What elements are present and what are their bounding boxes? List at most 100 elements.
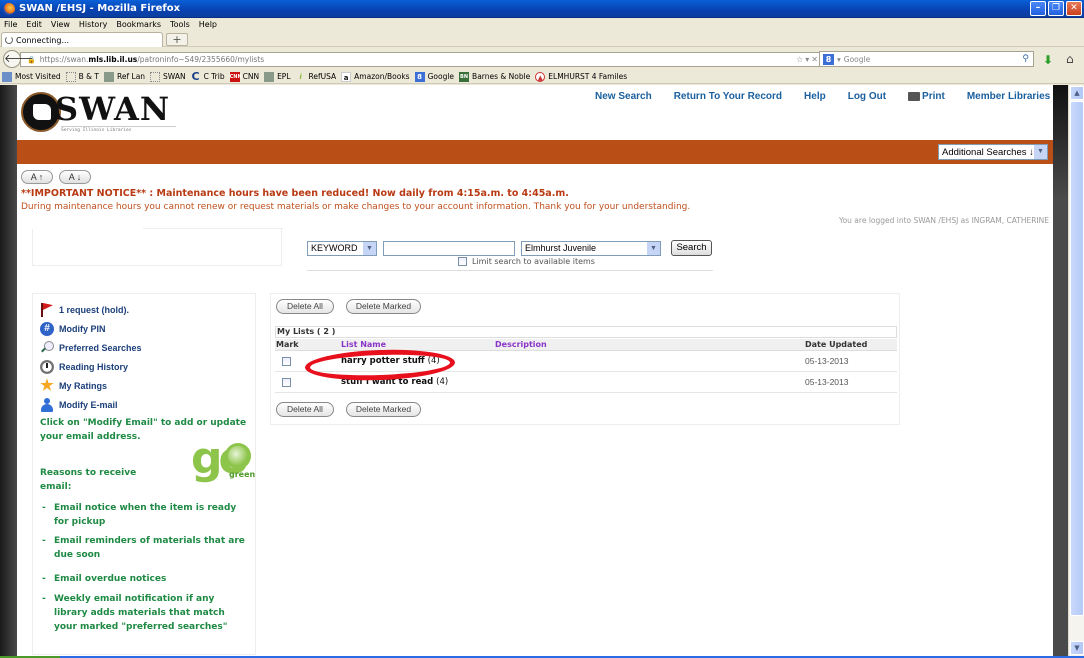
browser-tab[interactable]: Connecting... — [1, 32, 163, 47]
search-button[interactable]: Search — [671, 240, 712, 256]
delete-all-button-bottom[interactable]: Delete All — [276, 402, 334, 417]
navigation-bar: 🔒 https://swan. mls.lib.il.us/patroninfo~… — [0, 48, 1084, 70]
nav-log-out[interactable]: Log Out — [848, 91, 886, 102]
bookmark-google[interactable]: 8 Google — [414, 71, 454, 82]
bookmark-most-visited[interactable]: Most Visited — [2, 71, 61, 82]
bookmark-ref-lan[interactable]: Ref Lan — [104, 71, 146, 82]
scroll-up-icon[interactable]: ▲ — [1070, 86, 1084, 100]
browser-search-box[interactable]: 8 ▾ Google ⚲ — [819, 51, 1034, 67]
additional-searches-select[interactable]: Additional Searches ↓ ▼ — [938, 144, 1048, 160]
list-name-link[interactable]: harry potter stuff (4) — [341, 356, 440, 366]
bookmarks-bar: Most Visited B & T Ref Lan SWAN CC Trib … — [0, 70, 1084, 84]
sidebar-item-modify-pin[interactable]: # Modify PIN — [40, 322, 106, 336]
bookmark-bt[interactable]: B & T — [65, 71, 99, 82]
bookmark-label: Ref Lan — [117, 72, 146, 81]
sidebar-item-my-ratings[interactable]: ★ My Ratings — [40, 377, 107, 394]
bookmark-cnn[interactable]: CNN CNN — [229, 71, 259, 82]
elmhurst-icon: ▲ — [535, 71, 546, 82]
bookmark-ctrib[interactable]: CC Trib — [191, 71, 225, 82]
delete-marked-button-bottom[interactable]: Delete Marked — [346, 402, 421, 417]
menu-edit[interactable]: Edit — [26, 20, 42, 29]
download-icon[interactable]: ⬇ — [1043, 53, 1053, 67]
bookmark-label: C Trib — [203, 72, 225, 81]
sidebar-item-preferred-searches[interactable]: Preferred Searches — [40, 341, 142, 355]
column-mark: Mark — [276, 340, 299, 349]
nav-help[interactable]: Help — [804, 91, 826, 102]
nav-new-search[interactable]: New Search — [595, 91, 652, 102]
vertical-scrollbar[interactable]: ▲ ▼ — [1068, 85, 1084, 656]
bookmark-elmhurst[interactable]: ▲ ELMHURST 4 Familes — [535, 71, 627, 82]
account-sidebar: 1 request (hold). # Modify PIN Preferred… — [32, 293, 256, 655]
list-name: harry potter stuff — [341, 356, 425, 366]
sidebar-item-label: 1 request (hold). — [59, 305, 130, 315]
column-description[interactable]: Description — [495, 340, 547, 349]
chevron-down-icon[interactable]: ▼ — [1033, 145, 1047, 159]
logo-word: SWAN — [55, 90, 171, 128]
tab-bar: Connecting... + — [0, 31, 1084, 47]
menu-tools[interactable]: Tools — [170, 20, 190, 29]
close-button[interactable]: ✕ — [1066, 1, 1082, 16]
search-scope-select[interactable]: Elmhurst Juvenile ▼ — [521, 240, 661, 256]
chevron-down-icon[interactable]: ▼ — [646, 241, 660, 255]
restore-button[interactable]: ❐ — [1048, 1, 1064, 16]
url-controls[interactable]: ☆▾✕ — [796, 55, 820, 64]
increase-font-button[interactable]: A ↑ — [21, 170, 53, 184]
my-lists-panel: Delete All Delete Marked My Lists ( 2 ) … — [270, 293, 900, 425]
bookmark-label: B & T — [78, 72, 99, 81]
limit-available-checkbox[interactable] — [458, 257, 467, 266]
info-icon: i — [299, 72, 302, 81]
menu-file[interactable]: File — [4, 20, 17, 29]
bookmark-refusa[interactable]: i RefUSA — [296, 72, 336, 82]
engine-dropdown-icon[interactable]: ▾ — [837, 55, 841, 64]
menu-view[interactable]: View — [51, 20, 70, 29]
delete-all-button[interactable]: Delete All — [276, 299, 334, 314]
decrease-font-button[interactable]: A ↓ — [59, 170, 91, 184]
scrollbar-thumb[interactable] — [1070, 101, 1084, 616]
minimize-button[interactable]: – — [1030, 1, 1046, 16]
nav-print-label: Print — [922, 91, 945, 102]
delete-marked-button[interactable]: Delete Marked — [346, 299, 421, 314]
bookmark-amazon[interactable]: a Amazon/Books — [341, 71, 410, 82]
home-icon[interactable]: ⌂ — [1066, 52, 1074, 66]
sidebar-item-requests[interactable]: 1 request (hold). — [40, 303, 129, 317]
bookmark-bn[interactable]: BN Barnes & Noble — [459, 71, 530, 82]
tab-label: Connecting... — [16, 35, 70, 45]
menu-history[interactable]: History — [79, 20, 107, 29]
search-input[interactable] — [383, 240, 515, 256]
nav-member-libraries[interactable]: Member Libraries — [967, 91, 1050, 102]
chevron-down-icon[interactable]: ▼ — [362, 241, 376, 255]
window-titlebar: SWAN /EHSJ - Mozilla Firefox – ❐ ✕ — [0, 0, 1084, 18]
image-icon — [104, 71, 114, 82]
url-bar[interactable]: 🔒 https://swan. mls.lib.il.us/patroninfo~… — [20, 52, 825, 67]
leaf-icon — [225, 443, 251, 469]
limit-available-label: Limit search to available items — [472, 257, 595, 266]
reasons-title: Reasons to receive email: — [40, 468, 137, 492]
mark-checkbox[interactable] — [282, 378, 291, 387]
menu-bar: File Edit View History Bookmarks Tools H… — [0, 18, 1084, 31]
header-bar: Additional Searches ↓ ▼ — [17, 140, 1053, 164]
sidebar-item-modify-email[interactable]: Modify E-mail — [40, 398, 118, 412]
list-name-link[interactable]: stuff i want to read (4) — [341, 377, 448, 387]
date-updated: 05-13-2013 — [805, 356, 849, 366]
back-button[interactable]: 🡐 — [3, 50, 34, 68]
bookmark-swan[interactable]: SWAN — [150, 71, 186, 82]
menu-bookmarks[interactable]: Bookmarks — [116, 20, 161, 29]
bookmark-epl[interactable]: EPL — [264, 71, 291, 82]
top-navigation: New Search Return To Your Record Help Lo… — [595, 91, 1050, 102]
bookmark-label: EPL — [277, 72, 291, 81]
search-go-icon[interactable]: ⚲ — [1022, 54, 1029, 64]
scroll-down-icon[interactable]: ▼ — [1070, 641, 1084, 655]
list-count: (4) — [436, 377, 449, 387]
new-tab-button[interactable]: + — [166, 33, 188, 46]
nav-print[interactable]: Print — [908, 91, 945, 102]
left-frame-border — [0, 85, 17, 656]
column-list-name[interactable]: List Name — [341, 340, 386, 349]
star-icon: ★ — [40, 377, 54, 394]
swan-logo[interactable]: SWAN Serving Illinois Libraries — [21, 90, 176, 136]
window-title: SWAN /EHSJ - Mozilla Firefox — [19, 3, 181, 14]
nav-return-to-record[interactable]: Return To Your Record — [674, 91, 782, 102]
mark-checkbox[interactable] — [282, 357, 291, 366]
menu-help[interactable]: Help — [199, 20, 217, 29]
sidebar-item-reading-history[interactable]: Reading History — [40, 360, 128, 374]
search-type-select[interactable]: KEYWORD ▼ — [307, 240, 377, 256]
